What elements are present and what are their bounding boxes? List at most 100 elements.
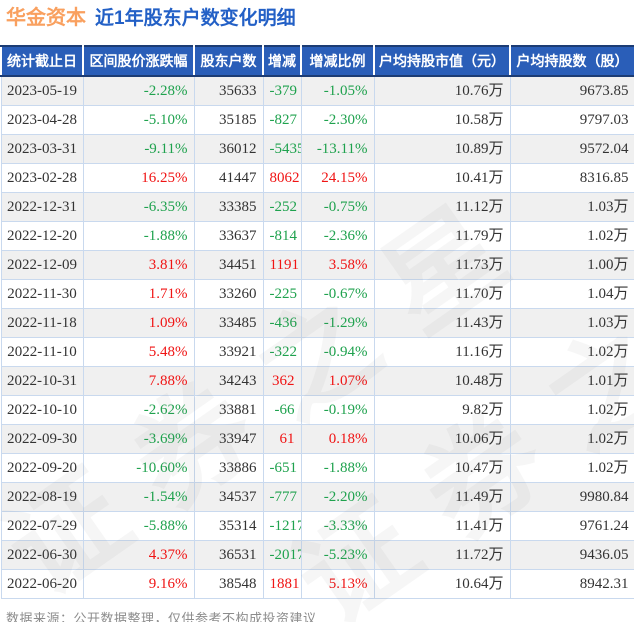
cell-holder-delta: 1881	[263, 570, 301, 599]
cell-holder-delta-pct: -2.20%	[301, 483, 374, 512]
cell-avg-market-value: 10.06万	[374, 425, 510, 454]
cell-avg-market-value: 9.82万	[374, 396, 510, 425]
cell-avg-market-value: 10.58万	[374, 106, 510, 135]
cell-price-change-pct: -10.60%	[83, 454, 194, 483]
cell-avg-market-value: 11.49万	[374, 483, 510, 512]
cell-date: 2022-06-20	[1, 570, 83, 599]
cell-avg-shares: 8942.31	[510, 570, 634, 599]
cell-avg-market-value: 11.79万	[374, 222, 510, 251]
table-row: 2022-09-20-10.60%33886-651-1.88%10.47万1.…	[1, 454, 634, 483]
table-body: 2023-05-19-2.28%35633-379-1.05%10.76万967…	[1, 76, 634, 599]
table-row: 2022-06-304.37%36531-2017-5.23%11.72万943…	[1, 541, 634, 570]
cell-holder-delta: 362	[263, 367, 301, 396]
cell-avg-shares: 1.02万	[510, 338, 634, 367]
cell-holder-count: 34243	[194, 367, 263, 396]
page-title-text: 近1年股东户数变化明细	[95, 8, 296, 29]
table-row: 2023-05-19-2.28%35633-379-1.05%10.76万967…	[1, 76, 634, 106]
cell-avg-shares: 1.02万	[510, 425, 634, 454]
table-row: 2022-11-181.09%33485-436-1.29%11.43万1.03…	[1, 309, 634, 338]
table-row: 2022-08-19-1.54%34537-777-2.20%11.49万998…	[1, 483, 634, 512]
cell-price-change-pct: -1.54%	[83, 483, 194, 512]
cell-date: 2022-11-30	[1, 280, 83, 309]
table-header-row: 统计截止日区间股价涨跌幅股东户数增减增减比例户均持股市值（元）户均持股数（股）	[1, 46, 634, 76]
table-row: 2022-10-10-2.62%33881-66-0.19%9.82万1.02万	[1, 396, 634, 425]
cell-holder-delta-pct: -0.94%	[301, 338, 374, 367]
cell-holder-delta: -322	[263, 338, 301, 367]
column-header-price-change-pct: 区间股价涨跌幅	[83, 46, 194, 76]
cell-price-change-pct: -5.10%	[83, 106, 194, 135]
cell-price-change-pct: -2.62%	[83, 396, 194, 425]
cell-date: 2023-03-31	[1, 135, 83, 164]
cell-holder-delta: -2017	[263, 541, 301, 570]
cell-avg-market-value: 11.73万	[374, 251, 510, 280]
cell-holder-count: 36012	[194, 135, 263, 164]
table-row: 2022-12-20-1.88%33637-814-2.36%11.79万1.0…	[1, 222, 634, 251]
cell-holder-delta-pct: -0.75%	[301, 193, 374, 222]
cell-avg-shares: 8316.85	[510, 164, 634, 193]
cell-date: 2022-12-09	[1, 251, 83, 280]
cell-avg-market-value: 11.43万	[374, 309, 510, 338]
column-header-holder-delta: 增减	[263, 46, 301, 76]
cell-avg-shares: 1.03万	[510, 309, 634, 338]
data-source-note: 数据来源：公开数据整理，仅供参考不构成投资建议	[6, 608, 634, 622]
cell-holder-count: 35314	[194, 512, 263, 541]
cell-avg-shares: 9436.05	[510, 541, 634, 570]
cell-holder-delta-pct: -0.19%	[301, 396, 374, 425]
shareholder-count-table: 统计截止日区间股价涨跌幅股东户数增减增减比例户均持股市值（元）户均持股数（股） …	[0, 45, 634, 599]
table-row: 2023-04-28-5.10%35185-827-2.30%10.58万979…	[1, 106, 634, 135]
cell-holder-delta-pct: -1.88%	[301, 454, 374, 483]
cell-date: 2022-12-31	[1, 193, 83, 222]
cell-holder-count: 33485	[194, 309, 263, 338]
cell-avg-shares: 1.02万	[510, 454, 634, 483]
cell-avg-market-value: 10.76万	[374, 76, 510, 106]
cell-date: 2022-09-20	[1, 454, 83, 483]
cell-holder-delta: -777	[263, 483, 301, 512]
cell-date: 2022-11-18	[1, 309, 83, 338]
cell-date: 2022-10-10	[1, 396, 83, 425]
cell-holder-count: 33886	[194, 454, 263, 483]
cell-price-change-pct: 4.37%	[83, 541, 194, 570]
table-row: 2023-03-31-9.11%36012-5435-13.11%10.89万9…	[1, 135, 634, 164]
cell-price-change-pct: -6.35%	[83, 193, 194, 222]
table-row: 2022-11-301.71%33260-225-0.67%11.70万1.04…	[1, 280, 634, 309]
cell-avg-shares: 9673.85	[510, 76, 634, 106]
cell-holder-count: 41447	[194, 164, 263, 193]
cell-date: 2023-05-19	[1, 76, 83, 106]
cell-price-change-pct: -2.28%	[83, 76, 194, 106]
cell-avg-shares: 9572.04	[510, 135, 634, 164]
cell-holder-delta-pct: 24.15%	[301, 164, 374, 193]
cell-holder-delta-pct: -13.11%	[301, 135, 374, 164]
cell-holder-delta-pct: -2.30%	[301, 106, 374, 135]
cell-avg-shares: 1.02万	[510, 222, 634, 251]
cell-holder-count: 36531	[194, 541, 263, 570]
cell-avg-shares: 9980.84	[510, 483, 634, 512]
cell-holder-count: 34451	[194, 251, 263, 280]
cell-avg-market-value: 10.41万	[374, 164, 510, 193]
cell-date: 2022-08-19	[1, 483, 83, 512]
cell-holder-delta-pct: 0.18%	[301, 425, 374, 454]
cell-holder-delta-pct: -0.67%	[301, 280, 374, 309]
cell-holder-count: 34537	[194, 483, 263, 512]
cell-holder-delta: -379	[263, 76, 301, 106]
cell-avg-market-value: 11.16万	[374, 338, 510, 367]
cell-holder-count: 35185	[194, 106, 263, 135]
cell-holder-delta: -436	[263, 309, 301, 338]
cell-avg-shares: 1.00万	[510, 251, 634, 280]
cell-price-change-pct: 9.16%	[83, 570, 194, 599]
cell-price-change-pct: 1.71%	[83, 280, 194, 309]
cell-avg-shares: 9797.03	[510, 106, 634, 135]
page-title: 华金资本近1年股东户数变化明细	[0, 0, 634, 32]
cell-price-change-pct: -9.11%	[83, 135, 194, 164]
cell-holder-count: 33947	[194, 425, 263, 454]
cell-holder-count: 38548	[194, 570, 263, 599]
cell-date: 2022-09-30	[1, 425, 83, 454]
table-row: 2022-09-30-3.69%33947610.18%10.06万1.02万	[1, 425, 634, 454]
table-row: 2022-07-29-5.88%35314-1217-3.33%11.41万97…	[1, 512, 634, 541]
cell-date: 2022-11-10	[1, 338, 83, 367]
cell-price-change-pct: -5.88%	[83, 512, 194, 541]
cell-price-change-pct: -1.88%	[83, 222, 194, 251]
table-row: 2022-10-317.88%342433621.07%10.48万1.01万	[1, 367, 634, 396]
cell-price-change-pct: 5.48%	[83, 338, 194, 367]
cell-holder-delta: 8062	[263, 164, 301, 193]
cell-avg-market-value: 10.48万	[374, 367, 510, 396]
